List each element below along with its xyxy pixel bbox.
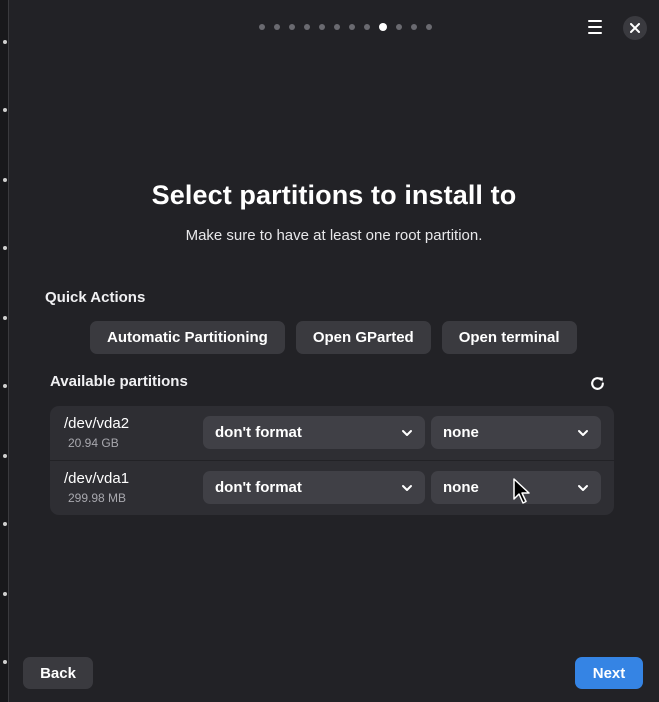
quick-actions-row: Automatic Partitioning Open GParted Open…	[90, 321, 577, 354]
partition-size: 299.98 MB	[68, 491, 127, 505]
desktop-edge-mark	[3, 592, 7, 596]
partition-list: /dev/vda2 20.94 GB don't format none /de…	[50, 406, 614, 515]
partition-row: /dev/vda1 299.98 MB don't format none	[50, 461, 614, 515]
page-title: Select partitions to install to	[151, 180, 517, 210]
format-dropdown-value: don't format	[215, 424, 302, 441]
desktop-edge-mark	[3, 40, 7, 44]
refresh-button[interactable]	[587, 373, 607, 393]
automatic-partitioning-button[interactable]: Automatic Partitioning	[90, 321, 285, 354]
step-dot	[363, 24, 370, 30]
desktop-edge	[0, 0, 8, 702]
hamburger-menu-icon	[588, 32, 602, 34]
step-dot	[333, 24, 340, 30]
hamburger-menu-icon	[588, 26, 602, 28]
partition-size: 20.94 GB	[68, 436, 119, 450]
step-dot-active	[378, 23, 387, 31]
desktop-edge-mark	[3, 108, 7, 112]
chevron-down-icon	[402, 484, 412, 491]
main-menu-button[interactable]	[584, 16, 606, 38]
refresh-icon	[590, 376, 604, 390]
mountpoint-dropdown-value: none	[443, 479, 479, 496]
desktop-edge-mark	[3, 522, 7, 526]
desktop-edge-mark	[3, 316, 7, 320]
open-terminal-button[interactable]: Open terminal	[441, 321, 577, 354]
partition-device: /dev/vda1	[64, 470, 130, 487]
chevron-down-icon	[578, 429, 588, 436]
step-dot	[273, 24, 280, 30]
mountpoint-dropdown[interactable]: none	[431, 416, 601, 449]
format-dropdown[interactable]: don't format	[203, 471, 425, 504]
step-dot	[425, 24, 432, 30]
desktop-edge-mark	[3, 178, 7, 182]
quick-actions-label: Quick Actions	[45, 289, 146, 306]
step-indicator	[9, 23, 659, 31]
format-dropdown[interactable]: don't format	[203, 416, 425, 449]
step-dot	[303, 24, 310, 30]
mountpoint-dropdown-value: none	[443, 424, 479, 441]
step-dot	[410, 24, 417, 30]
step-dot	[288, 24, 295, 30]
back-button[interactable]: Back	[23, 657, 93, 689]
close-button[interactable]	[623, 16, 647, 40]
partition-device: /dev/vda2	[64, 415, 130, 432]
hamburger-menu-icon	[588, 20, 602, 22]
step-dot	[258, 24, 265, 30]
step-dot	[318, 24, 325, 30]
desktop-edge-mark	[3, 384, 7, 388]
desktop-edge-mark	[3, 454, 7, 458]
step-dot	[395, 24, 402, 30]
chevron-down-icon	[578, 484, 588, 491]
partition-row: /dev/vda2 20.94 GB don't format none	[50, 406, 614, 461]
chevron-down-icon	[402, 429, 412, 436]
page-subtitle: Make sure to have at least one root part…	[185, 227, 483, 244]
installer-window: Select partitions to install to Make sur…	[8, 0, 659, 702]
desktop-edge-mark	[3, 660, 7, 664]
open-gparted-button[interactable]: Open GParted	[295, 321, 431, 354]
step-dot	[348, 24, 355, 30]
next-button[interactable]: Next	[575, 657, 643, 689]
available-partitions-label: Available partitions	[50, 373, 188, 390]
desktop-edge-mark	[3, 246, 7, 250]
close-icon	[630, 23, 640, 33]
format-dropdown-value: don't format	[215, 479, 302, 496]
mountpoint-dropdown[interactable]: none	[431, 471, 601, 504]
